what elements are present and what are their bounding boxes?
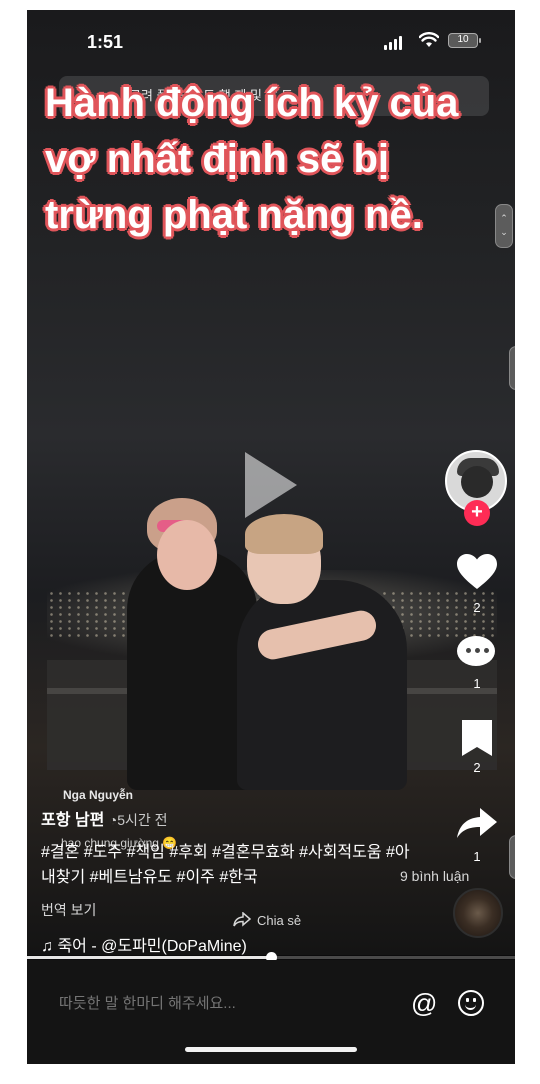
progress-bar[interactable] (27, 952, 515, 963)
bookmark-icon (462, 720, 492, 756)
caption-header: 포항 남편 ◔5시간 전 (41, 806, 168, 830)
music-label[interactable]: ♫ 죽어 - @도파민(DoPaMine) (41, 932, 247, 956)
play-icon[interactable] (245, 452, 297, 518)
avatar-face (461, 466, 493, 498)
scroll-handle[interactable]: ⌃⌄ (509, 835, 515, 879)
status-bar: 1:51 10 (27, 10, 515, 70)
share-link-label: Chia sẻ (257, 912, 302, 928)
comment-button[interactable]: 1 (451, 636, 503, 691)
bookmark-button[interactable]: 2 (451, 720, 503, 775)
scroll-handle[interactable]: ⌃⌄ (509, 346, 515, 390)
status-time: 1:51 (87, 32, 124, 52)
signal-icon (384, 36, 402, 50)
emoji-icon[interactable] (458, 990, 484, 1016)
video-headline: Hành động ích kỷ của vợ nhất định sẽ bị … (45, 81, 459, 237)
progress-fill (27, 956, 271, 959)
follow-plus-icon[interactable]: + (464, 500, 490, 526)
battery-icon: 10 (448, 33, 481, 48)
video-user-tag: Nga Nguyễn (63, 788, 134, 802)
share-icon (457, 808, 497, 838)
like-count: 2 (473, 600, 481, 615)
comment-count: 1 (473, 676, 481, 691)
at-icon[interactable]: @ (411, 988, 437, 1019)
wifi-icon (419, 32, 439, 47)
man-hair (245, 514, 323, 554)
scroll-handle[interactable]: ⌃⌄ (495, 204, 513, 248)
share-count: 1 (473, 849, 481, 864)
username[interactable]: 포항 남편 (41, 812, 104, 829)
comment-input[interactable] (57, 994, 391, 1013)
like-button[interactable]: 2 (451, 553, 503, 615)
hashtags[interactable]: #결혼 #도주 #책임 #후회 #결혼무효화 #사회적도움 #아내찾기 #베트남… (41, 840, 421, 890)
woman-head (157, 520, 217, 590)
share-link[interactable]: Chia sẻ (233, 912, 301, 928)
share-button[interactable]: 1 (451, 806, 503, 864)
man-figure (237, 580, 407, 790)
couple-photo (87, 490, 417, 790)
home-indicator (185, 1047, 357, 1052)
music-disc[interactable] (453, 888, 503, 938)
comment-icon (457, 636, 497, 672)
translate-link[interactable]: 번역 보기 (41, 900, 96, 920)
phone-screen: 1:51 10 고려 플 등 표 도 행 제 및 남 도 모 Hành động… (27, 10, 515, 1064)
heart-icon (457, 554, 497, 589)
time-ago: ◔5시간 전 (108, 812, 168, 828)
bookmark-count: 2 (473, 760, 481, 775)
share-arrow-icon (233, 912, 251, 927)
